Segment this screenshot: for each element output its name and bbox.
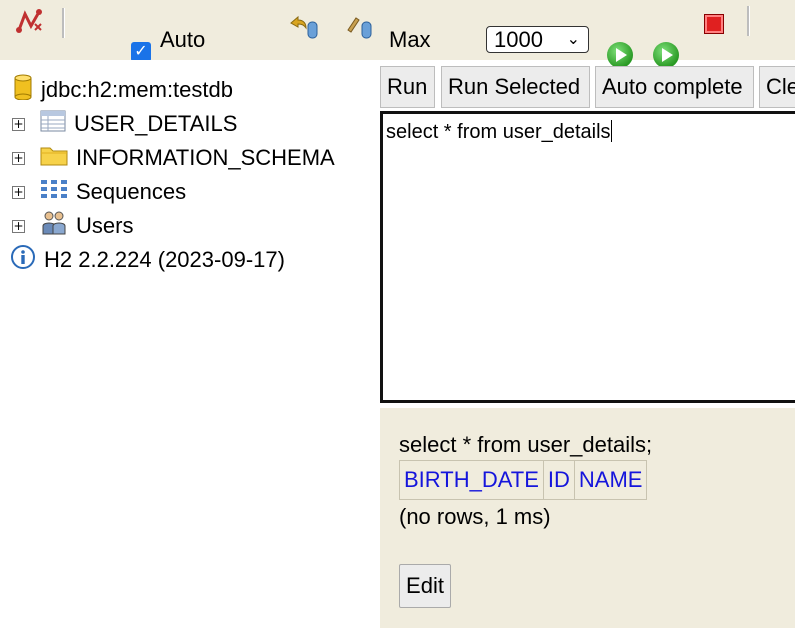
auto-commit-checkbox[interactable]: ✓	[131, 42, 151, 62]
column-header[interactable]: NAME	[573, 460, 648, 500]
column-header[interactable]: ID	[542, 460, 575, 500]
edit-button[interactable]: Edit	[399, 564, 451, 608]
result-info: (no rows, 1 ms)	[399, 504, 551, 529]
info-icon	[10, 244, 36, 276]
max-rows-value: 1000	[494, 27, 543, 52]
run-button[interactable]: Run	[380, 66, 435, 108]
tree-item-users[interactable]: + Users	[12, 211, 133, 241]
text-cursor	[610, 120, 612, 142]
database-icon	[13, 74, 33, 106]
expand-icon[interactable]: +	[12, 117, 25, 131]
result-query: select * from user_details;	[399, 432, 653, 457]
toolbar-separator	[62, 8, 65, 38]
tree-item-label: Sequences	[76, 179, 187, 204]
expand-icon[interactable]: +	[12, 151, 25, 165]
expand-icon[interactable]: +	[12, 219, 25, 233]
users-icon	[40, 210, 68, 242]
run-icon[interactable]	[607, 42, 633, 68]
disconnect-icon[interactable]	[15, 8, 45, 39]
commit-icon[interactable]	[345, 14, 375, 45]
stop-icon[interactable]	[704, 14, 724, 34]
table-icon	[40, 110, 66, 138]
sql-editor[interactable]: select * from user_details	[380, 111, 795, 403]
tree-item-label: INFORMATION_SCHEMA	[76, 145, 335, 170]
run-selected-icon[interactable]	[653, 42, 679, 68]
schema-tree: jdbc:h2:mem:testdb + USER_DETAILS + INFO…	[0, 60, 378, 628]
auto-commit-label: Auto	[160, 27, 206, 52]
tree-item-sequences[interactable]: + Sequences	[12, 177, 186, 207]
tree-item-label: Users	[76, 213, 134, 238]
tree-item-information-schema[interactable]: + INFORMATION_SCHEMA	[12, 143, 335, 173]
connection-url: jdbc:h2:mem:testdb	[41, 77, 233, 102]
tree-item-user-details[interactable]: + USER_DETAILS	[12, 109, 237, 139]
rollback-icon[interactable]	[288, 14, 320, 45]
results-panel: select * from user_details; BIRTH_DATE I…	[380, 408, 795, 628]
toolbar: ✓ Auto Max 1000 ⌄	[0, 0, 795, 68]
version-label: H2 2.2.224 (2023-09-17)	[44, 247, 285, 272]
run-selected-button[interactable]: Run Selected	[441, 66, 590, 108]
result-table: BIRTH_DATE ID NAME	[399, 460, 648, 500]
tree-item-label: USER_DETAILS	[74, 111, 238, 136]
auto-complete-button[interactable]: Auto complete	[595, 66, 754, 108]
sql-text: select * from user_details	[386, 121, 611, 143]
expand-icon[interactable]: +	[12, 185, 25, 199]
column-header[interactable]: BIRTH_DATE	[399, 460, 544, 500]
max-rows-select[interactable]: 1000 ⌄	[486, 26, 589, 53]
sequences-icon	[40, 178, 68, 206]
connection-node[interactable]: jdbc:h2:mem:testdb	[13, 74, 233, 106]
chevron-down-icon: ⌄	[566, 31, 580, 48]
toolbar-separator	[747, 6, 750, 36]
table-header-row: BIRTH_DATE ID NAME	[399, 460, 648, 500]
max-rows-label: Max	[389, 27, 431, 52]
folder-icon	[40, 144, 68, 172]
clear-button[interactable]: Cle	[759, 66, 795, 108]
version-info: H2 2.2.224 (2023-09-17)	[10, 245, 285, 275]
